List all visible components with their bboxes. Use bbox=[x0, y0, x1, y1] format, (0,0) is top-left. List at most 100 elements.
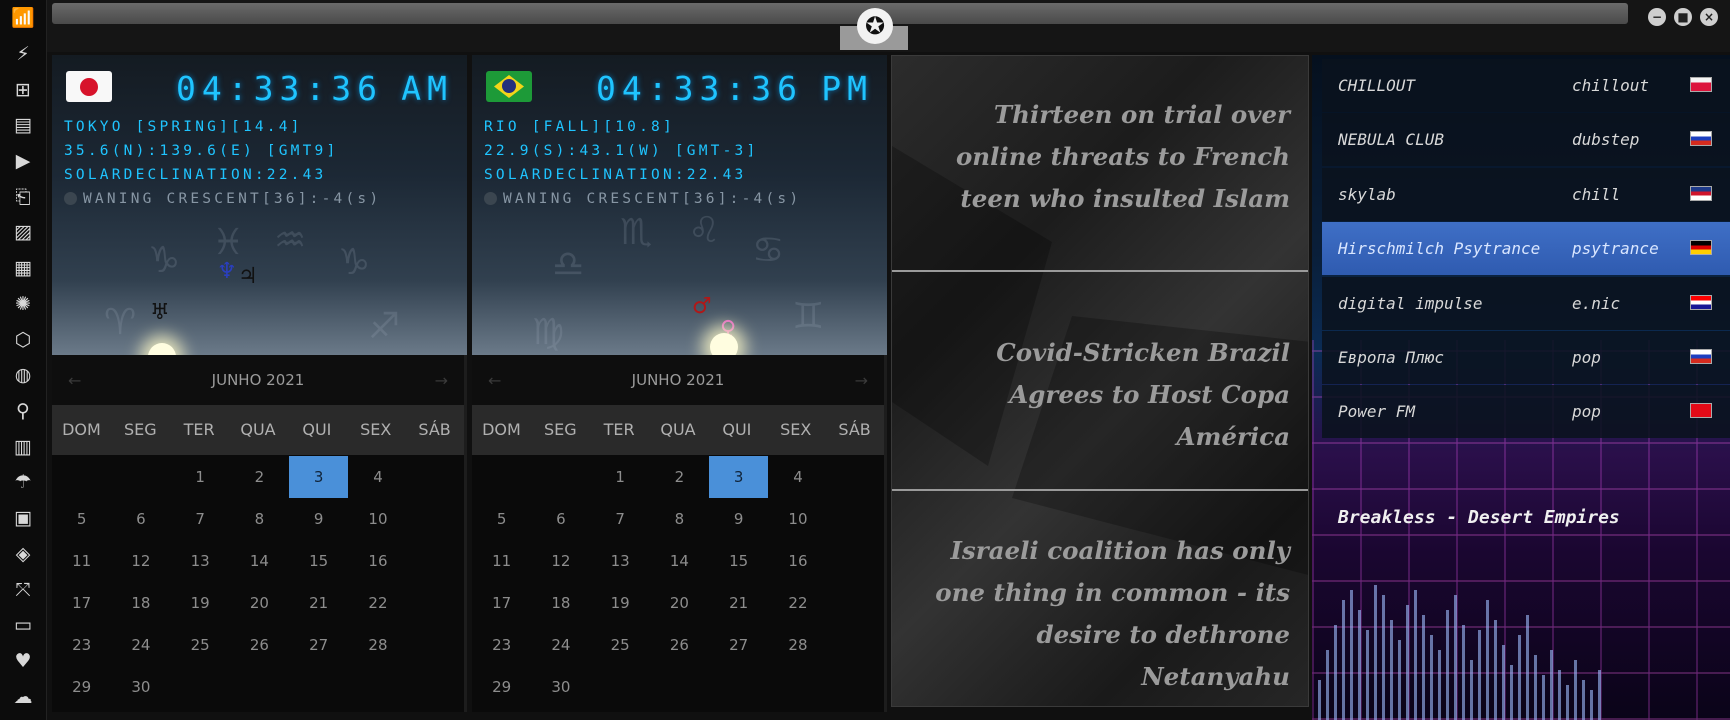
settings-gear-icon[interactable]: ✺ bbox=[10, 292, 36, 318]
calendar-day[interactable]: 13 bbox=[591, 540, 650, 582]
close-button[interactable]: × bbox=[1700, 8, 1718, 26]
play-icon[interactable]: ▶ bbox=[10, 149, 36, 175]
image-icon[interactable]: ▨ bbox=[10, 220, 36, 246]
radio-station-row[interactable]: Power FM pop bbox=[1322, 385, 1730, 439]
calendar-day[interactable]: 30 bbox=[111, 666, 170, 708]
calendar-day[interactable]: 11 bbox=[472, 540, 531, 582]
flash-icon[interactable]: ⚡ bbox=[10, 42, 36, 68]
calendar-day[interactable]: 16 bbox=[348, 540, 407, 582]
calendar-day[interactable]: 27 bbox=[289, 624, 348, 666]
radio-station-row[interactable]: skylab chill bbox=[1322, 167, 1730, 221]
contacts-icon[interactable]: ▣ bbox=[10, 506, 36, 532]
calendar-day[interactable]: 5 bbox=[472, 498, 531, 540]
globe-icon[interactable]: ◍ bbox=[10, 363, 36, 389]
minimize-button[interactable]: − bbox=[1648, 8, 1666, 26]
calendar-day[interactable]: 11 bbox=[52, 540, 111, 582]
calendar-day[interactable]: 12 bbox=[531, 540, 590, 582]
prev-month-button[interactable]: ← bbox=[68, 371, 81, 390]
diamond-icon[interactable]: ◈ bbox=[10, 542, 36, 568]
wifi-icon[interactable]: 📶 bbox=[10, 6, 36, 32]
calendar-day[interactable]: 7 bbox=[591, 498, 650, 540]
prev-month-button[interactable]: ← bbox=[488, 371, 501, 390]
calendar-day[interactable]: 6 bbox=[531, 498, 590, 540]
calendar-day[interactable]: 1 bbox=[171, 456, 230, 498]
windows-icon[interactable]: ⊞ bbox=[10, 77, 36, 103]
heart-icon[interactable]: ♥ bbox=[10, 649, 36, 675]
calendar-day[interactable]: 12 bbox=[111, 540, 170, 582]
news-headline[interactable]: Covid-Stricken Brazil Agrees to Host Cop… bbox=[910, 332, 1290, 458]
radio-station-row[interactable]: digital impulse e.nic bbox=[1322, 276, 1730, 330]
logo-tab[interactable]: ✪ bbox=[840, 2, 908, 50]
calendar-day[interactable]: 24 bbox=[531, 624, 590, 666]
calendar-day[interactable]: 9 bbox=[289, 498, 348, 540]
radio-station-row[interactable]: Европа Плюс pop bbox=[1322, 331, 1730, 384]
calendar-day[interactable]: 23 bbox=[52, 624, 111, 666]
clock-time: 04:33:36 bbox=[596, 69, 803, 108]
calendar-day[interactable]: 25 bbox=[591, 624, 650, 666]
calendar-day[interactable]: 9 bbox=[709, 498, 768, 540]
calendar-day[interactable]: 14 bbox=[650, 540, 709, 582]
calendar-day[interactable]: 18 bbox=[111, 582, 170, 624]
calendar-day[interactable]: 29 bbox=[52, 666, 111, 708]
calendar-day[interactable]: 15 bbox=[709, 540, 768, 582]
calendar-day[interactable]: 18 bbox=[531, 582, 590, 624]
map-icon[interactable]: ▥ bbox=[10, 434, 36, 460]
calendar-day[interactable]: 22 bbox=[348, 582, 407, 624]
calendar-day[interactable]: 14 bbox=[230, 540, 289, 582]
visualizer-bar bbox=[1486, 600, 1489, 720]
calendar-day[interactable]: 20 bbox=[230, 582, 289, 624]
calendar-day[interactable]: 4 bbox=[768, 456, 827, 498]
next-month-button[interactable]: → bbox=[435, 371, 448, 390]
youtube-icon[interactable]: ▭ bbox=[10, 613, 36, 639]
calendar-day[interactable]: 20 bbox=[650, 582, 709, 624]
calendar-day[interactable]: 27 bbox=[709, 624, 768, 666]
calendar-day[interactable]: 5 bbox=[52, 498, 111, 540]
calendar-day[interactable]: 8 bbox=[650, 498, 709, 540]
calendar-day[interactable]: 7 bbox=[171, 498, 230, 540]
map-book-icon[interactable]: ⎗ bbox=[10, 185, 36, 211]
calendar-day[interactable]: 1 bbox=[591, 456, 650, 498]
news-headline[interactable]: Thirteen on trial over online threats to… bbox=[910, 94, 1290, 220]
search-icon[interactable]: ⚲ bbox=[10, 399, 36, 425]
calendar-day-today[interactable]: 3 bbox=[289, 456, 349, 498]
calendar-day[interactable]: 10 bbox=[348, 498, 407, 540]
calendar-day[interactable]: 19 bbox=[171, 582, 230, 624]
calendar-day[interactable]: 21 bbox=[289, 582, 348, 624]
maximize-button[interactable]: ■ bbox=[1674, 8, 1692, 26]
radio-station-row[interactable]: NEBULA CLUB dubstep bbox=[1322, 113, 1730, 167]
calendar-day[interactable]: 22 bbox=[768, 582, 827, 624]
calendar-day[interactable]: 4 bbox=[348, 456, 407, 498]
calendar-day[interactable]: 13 bbox=[171, 540, 230, 582]
calendar-day-today[interactable]: 3 bbox=[709, 456, 769, 498]
hexagon-icon[interactable]: ⬡ bbox=[10, 327, 36, 353]
calendar-day[interactable]: 23 bbox=[472, 624, 531, 666]
calendar-day[interactable]: 16 bbox=[768, 540, 827, 582]
expand-icon[interactable]: ⤧ bbox=[10, 577, 36, 603]
calendar-day[interactable]: 21 bbox=[709, 582, 768, 624]
calendar-day[interactable]: 2 bbox=[230, 456, 289, 498]
calendar-day[interactable]: 25 bbox=[171, 624, 230, 666]
news-icon[interactable]: ▦ bbox=[10, 256, 36, 282]
calendar-day[interactable]: 19 bbox=[591, 582, 650, 624]
calendar-day[interactable]: 26 bbox=[230, 624, 289, 666]
calendar-day[interactable]: 17 bbox=[472, 582, 531, 624]
next-month-button[interactable]: → bbox=[855, 371, 868, 390]
calendar-day[interactable]: 24 bbox=[111, 624, 170, 666]
calendar-day[interactable]: 26 bbox=[650, 624, 709, 666]
calendar-day[interactable]: 15 bbox=[289, 540, 348, 582]
umbrella-icon[interactable]: ☂ bbox=[10, 470, 36, 496]
calendar-day[interactable]: 30 bbox=[531, 666, 590, 708]
archive-icon[interactable]: ▤ bbox=[10, 113, 36, 139]
calendar-day[interactable]: 10 bbox=[768, 498, 827, 540]
calendar-day[interactable]: 8 bbox=[230, 498, 289, 540]
news-headline[interactable]: Israeli coalition has only one thing in … bbox=[910, 530, 1290, 698]
calendar-day[interactable]: 17 bbox=[52, 582, 111, 624]
calendar-day[interactable]: 2 bbox=[650, 456, 709, 498]
calendar-day[interactable]: 29 bbox=[472, 666, 531, 708]
radio-station-row[interactable]: CHILLOUT chillout bbox=[1322, 59, 1730, 112]
calendar-day[interactable]: 28 bbox=[348, 624, 407, 666]
calendar-day[interactable]: 28 bbox=[768, 624, 827, 666]
cloud-icon[interactable]: ☁ bbox=[10, 684, 36, 710]
calendar-day[interactable]: 6 bbox=[111, 498, 170, 540]
radio-station-row[interactable]: Hirschmilch Psytrance psytrance bbox=[1322, 222, 1730, 276]
